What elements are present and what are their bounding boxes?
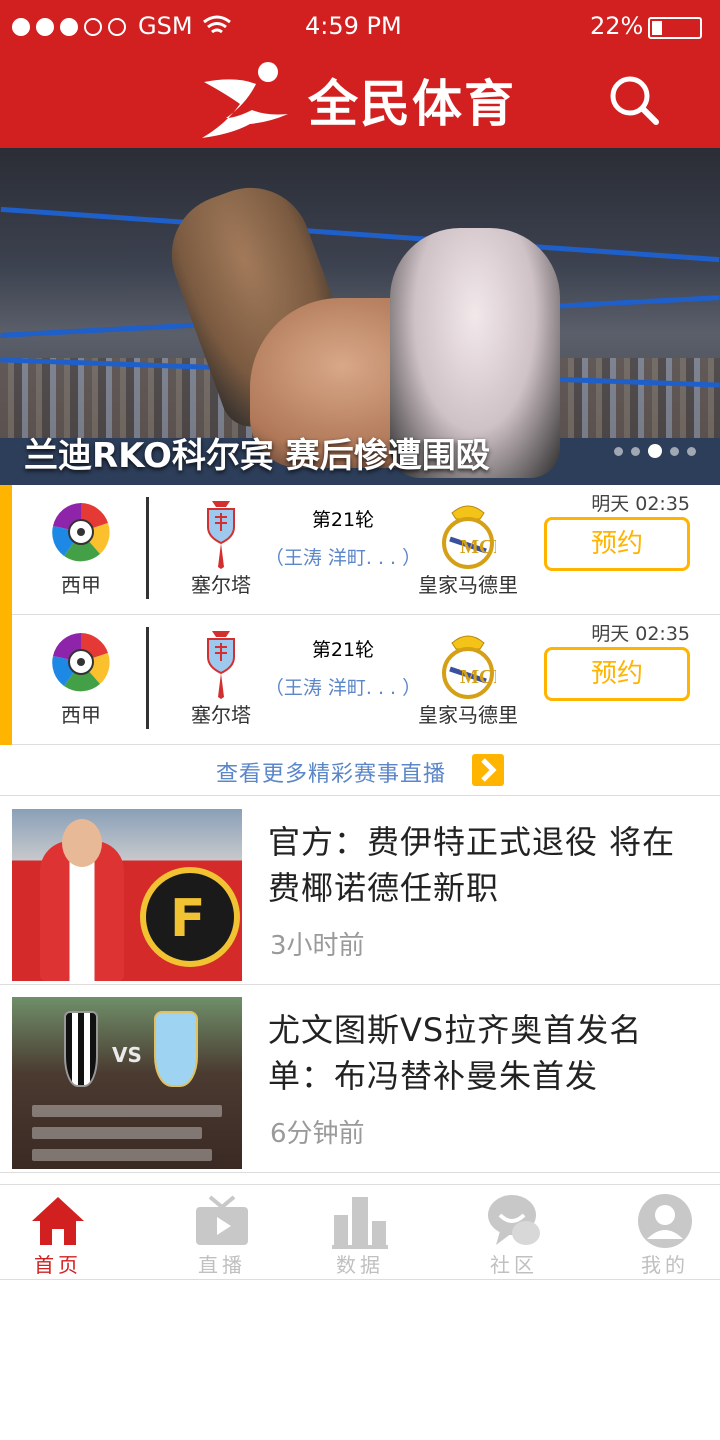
real-madrid-crest-icon: MCF [442,505,496,569]
wifi-icon [203,15,231,34]
user-icon[interactable] [637,1193,693,1249]
more-matches-link[interactable]: 查看更多精彩赛事直播 [0,746,720,796]
status-time: 4:59 PM [305,12,402,40]
status-bar: GSM 4:59 PM 22% [0,0,720,56]
thumbnail-text-line [32,1127,202,1139]
thumbnail-vs-text: VS [112,1043,142,1067]
match-time: 明天 02:35 [591,493,690,515]
thumbnail-text-line [32,1105,222,1117]
match-commentators: （王涛 洋町. . . ） [264,677,422,699]
news-title[interactable]: 官方：费伊特正式退役 将在费椰诺德任新职 [268,819,704,911]
celta-crest-icon [207,501,235,569]
bar-chart-icon[interactable] [332,1193,388,1249]
laliga-logo-icon [52,633,110,692]
pager-dot[interactable] [687,446,696,456]
svg-text:MCF: MCF [460,536,496,558]
divider [146,627,149,729]
home-icon[interactable] [30,1193,86,1249]
news-thumbnail[interactable]: VS [12,997,242,1169]
league-name: 西甲 [61,573,101,597]
juventus-crest-icon [64,1011,98,1087]
tab-live[interactable]: 直播 [150,1185,294,1281]
app-header: GSM 4:59 PM 22% 全民体育 [0,0,720,148]
tv-icon[interactable] [194,1193,250,1249]
real-madrid-crest-icon: MCF [442,635,496,699]
tab-label[interactable]: 社区 [442,1249,586,1278]
news-time: 6分钟前 [270,1119,365,1149]
runner-logo-icon [202,62,288,138]
pager-dot-active[interactable] [648,444,662,458]
more-matches-label[interactable]: 查看更多精彩赛事直播 [216,756,446,788]
match-row[interactable]: 西甲 塞尔塔 第21轮 （王涛 洋町. . . ） MCF 皇家马德里 明天 0… [0,615,720,745]
news-time: 3小时前 [270,931,365,961]
tab-me[interactable]: 我的 [593,1185,720,1281]
news-title[interactable]: 尤文图斯VS拉齐奥首发名单：布冯替补曼朱首发 [268,1007,704,1099]
home-team-name: 塞尔塔 [191,703,251,727]
search-icon[interactable] [606,72,662,128]
match-commentators: （王涛 洋町. . . ） [264,547,422,569]
bottom-tab-bar: 首页 直播 数据 社区 我的 [0,1184,720,1280]
match-round: 第21轮 [311,509,375,531]
match-round: 第21轮 [311,639,375,661]
chat-bubble-icon[interactable] [486,1193,542,1249]
app-title: 全民体育 [308,75,516,133]
match-time: 明天 02:35 [591,623,690,645]
lazio-crest-icon [154,1011,198,1087]
tab-label[interactable]: 数据 [288,1249,432,1278]
tab-label[interactable]: 我的 [593,1249,720,1278]
ring-rope [0,206,720,263]
book-button[interactable]: 预约 [544,517,690,571]
battery-percent: 22% [590,12,644,40]
brand: 全民体育 [196,58,516,142]
player-head [62,819,102,867]
pager-dot[interactable] [631,446,640,456]
tab-data[interactable]: 数据 [288,1185,432,1281]
league-name: 西甲 [61,703,101,727]
divider [146,497,149,599]
pager-dot[interactable] [614,446,623,456]
away-team-name: 皇家马德里 [418,573,518,597]
away-team-name: 皇家马德里 [418,703,518,727]
svg-text:MCF: MCF [460,666,496,688]
news-item[interactable]: VS 尤文图斯VS拉齐奥首发名单：布冯替补曼朱首发 6分钟前 [0,985,720,1173]
news-item[interactable]: F 官方：费伊特正式退役 将在费椰诺德任新职 3小时前 [0,797,720,985]
match-row[interactable]: 西甲 塞尔塔 第21轮 （王涛 洋町. . . ） MCF 皇家马德里 明天 0… [0,485,720,615]
tab-label[interactable]: 直播 [150,1249,294,1278]
carrier-label: GSM [138,12,193,40]
home-team-name: 塞尔塔 [191,573,251,597]
celta-crest-icon [207,631,235,699]
chevron-right-icon[interactable] [472,754,504,786]
tab-label[interactable]: 首页 [0,1249,130,1278]
banner-pager[interactable] [614,444,696,458]
banner-caption: 兰迪RKO科尔宾 赛后惨遭围殴 [24,436,490,476]
hero-banner[interactable]: 兰迪RKO科尔宾 赛后惨遭围殴 [0,148,720,485]
tab-community[interactable]: 社区 [442,1185,586,1281]
tab-home[interactable]: 首页 [0,1185,130,1281]
match-accent-bar [0,615,12,745]
book-button[interactable]: 预约 [544,647,690,701]
signal-dots [12,18,126,36]
laliga-logo-icon [52,503,110,562]
match-accent-bar [0,485,12,615]
battery-icon [648,17,702,39]
pager-dot[interactable] [670,446,679,456]
thumbnail-text-line [32,1149,212,1161]
badge-letter: F [170,889,206,949]
news-thumbnail[interactable]: F [12,809,242,981]
